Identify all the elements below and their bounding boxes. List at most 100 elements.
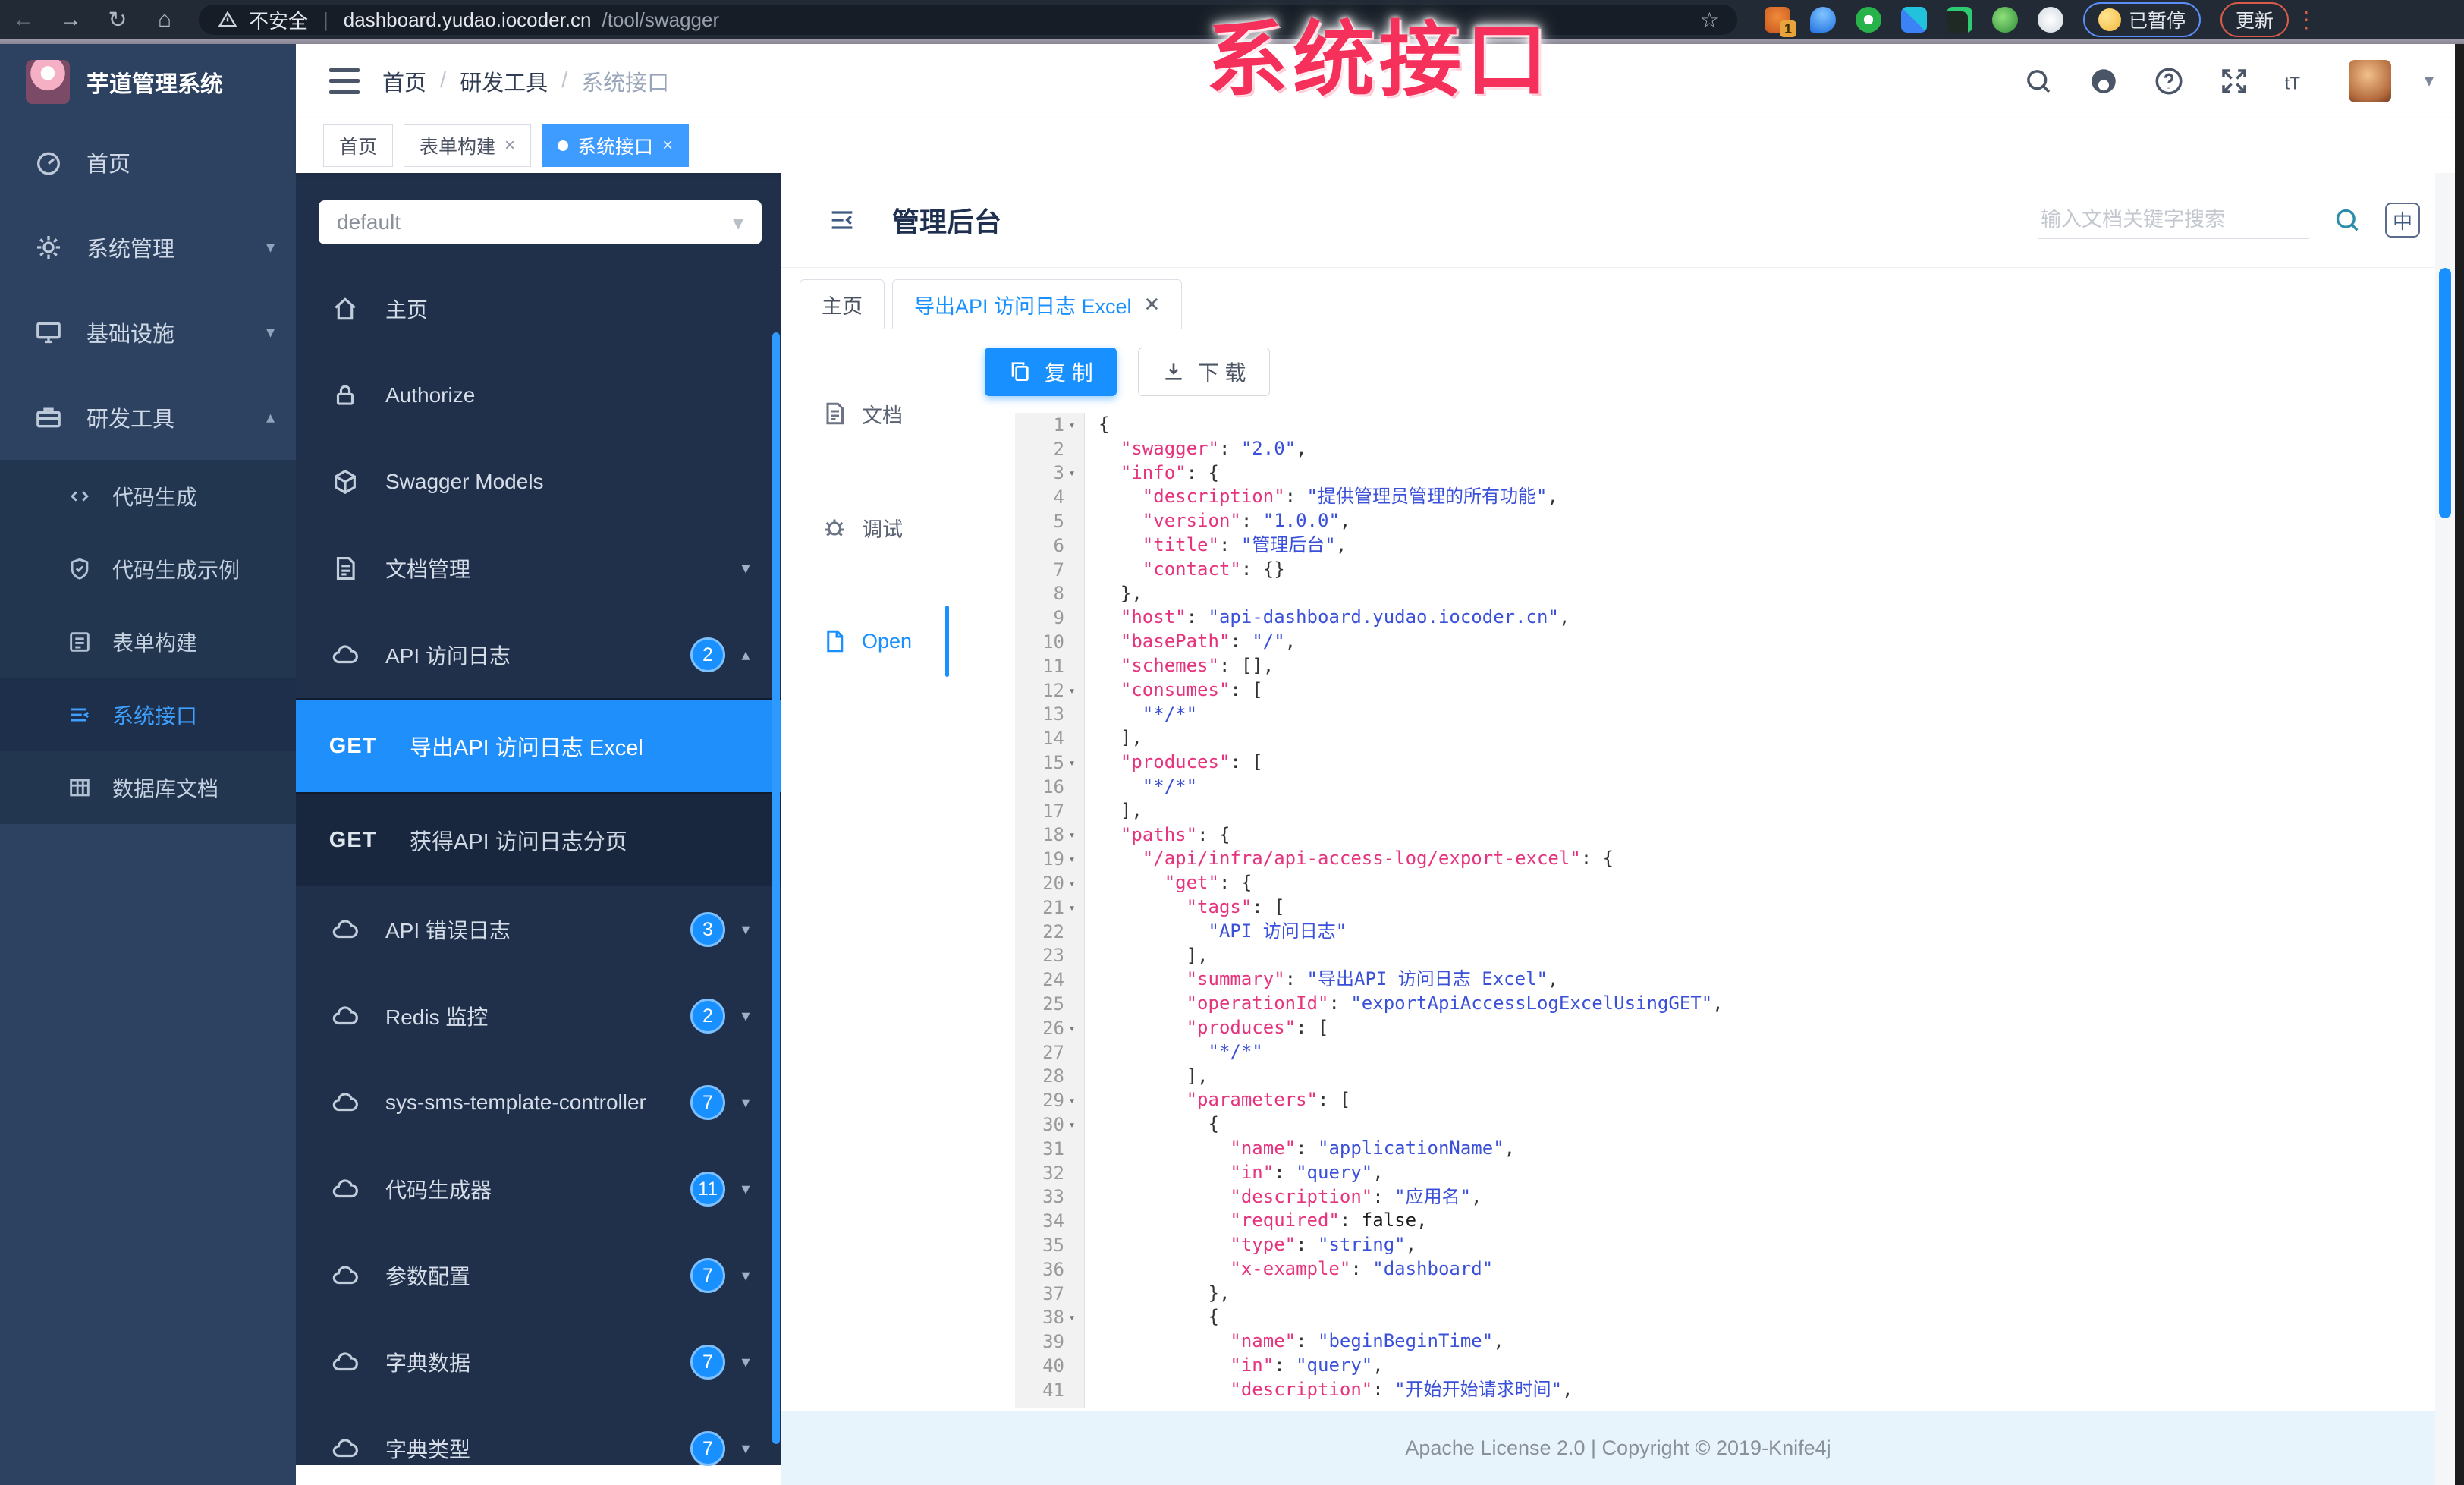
doc-search-input[interactable]: [2038, 201, 2309, 239]
close-icon[interactable]: ×: [662, 135, 673, 156]
search-icon[interactable]: [2022, 65, 2054, 97]
close-icon[interactable]: ×: [504, 135, 515, 156]
mini-nav-open[interactable]: Open: [781, 584, 949, 698]
code-line: "get": {: [1164, 872, 1252, 894]
fold-caret-icon[interactable]: ▾: [1064, 1118, 1080, 1131]
question-icon[interactable]: [2153, 65, 2185, 97]
mini-nav-调试[interactable]: 调试: [781, 470, 948, 584]
line-number: 19 ▾: [1015, 847, 1084, 871]
api-endpoint-row[interactable]: GET 导出API 访问日志 Excel: [296, 698, 781, 792]
language-toggle[interactable]: 中: [2385, 203, 2420, 238]
doc-tab[interactable]: 主页: [800, 279, 885, 329]
user-avatar[interactable]: [2348, 59, 2391, 102]
doc-search-icon[interactable]: [2332, 205, 2362, 235]
avatar-caret-icon[interactable]: ▾: [2425, 70, 2434, 92]
fold-caret-icon[interactable]: ▾: [1064, 901, 1080, 914]
api-sidebar-item[interactable]: Swagger Models: [296, 439, 781, 525]
fold-caret-icon[interactable]: ▾: [1064, 1021, 1080, 1035]
api-group-select[interactable]: default ▾: [319, 200, 762, 244]
fold-caret-icon[interactable]: ▾: [1064, 1310, 1080, 1324]
api-sidebar-item[interactable]: 代码生成器 11 ▾: [296, 1146, 781, 1232]
api-sidebar-item[interactable]: 字典类型 7 ▾: [296, 1405, 781, 1485]
http-method-label: GET: [328, 827, 377, 852]
extension-icon[interactable]: [1901, 7, 1927, 33]
breadcrumb-item[interactable]: 首页: [382, 65, 426, 97]
back-icon[interactable]: ←: [0, 7, 47, 33]
fold-caret-icon[interactable]: ▾: [1064, 684, 1080, 697]
fold-caret-icon[interactable]: ▾: [1064, 1093, 1080, 1107]
download-button[interactable]: 下 载: [1137, 348, 1270, 396]
tag-chip[interactable]: 系统接口 ×: [542, 124, 690, 167]
security-label[interactable]: 不安全: [249, 6, 308, 34]
extension-icon[interactable]: [1856, 7, 1881, 33]
extension-icon[interactable]: [1947, 7, 1972, 33]
api-item-label: API 错误日志: [385, 919, 511, 942]
api-sidebar-item[interactable]: 参数配置 7 ▾: [296, 1232, 781, 1319]
extension-icon[interactable]: 1: [1765, 7, 1796, 37]
sidebar-subitem[interactable]: 数据库文档: [0, 751, 296, 824]
sidebar-collapse-icon[interactable]: [329, 68, 360, 94]
browser-menu-icon[interactable]: ⋮: [2295, 7, 2319, 33]
screen: ← → ↻ ⌂ 不安全 | dashboard.yudao.iocoder.cn…: [0, 0, 2464, 1485]
breadcrumb-item[interactable]: 系统接口: [581, 65, 669, 97]
api-sidebar-item[interactable]: 字典数据 7 ▾: [296, 1319, 781, 1405]
api-sidebar-item[interactable]: sys-sms-template-controller 7 ▾: [296, 1059, 781, 1146]
models-icon: [331, 467, 360, 496]
forward-icon[interactable]: →: [47, 7, 94, 33]
editor-gutter: 1 ▾ 2 3 ▾ 4 5 6 7 8 9 10 11 12 ▾ 13 14 15 ▾ 16 17 18 ▾ 19 ▾ 20 ▾ 21…: [1015, 413, 1085, 1408]
fold-caret-icon[interactable]: ▾: [1064, 852, 1080, 866]
tag-chip[interactable]: 首页: [323, 124, 394, 167]
sidebar-subitem[interactable]: 代码生成: [0, 460, 296, 533]
api-sidebar-item[interactable]: Authorize: [296, 352, 781, 439]
extension-icon[interactable]: [2038, 7, 2063, 33]
json-editor[interactable]: 1 ▾ 2 3 ▾ 4 5 6 7 8 9 10 11 12 ▾ 13 14 15 ▾ 16 17 18 ▾ 19 ▾ 20 ▾ 21…: [1015, 413, 2455, 1408]
sidebar-subitem[interactable]: 系统接口: [0, 678, 296, 751]
github-icon[interactable]: [2088, 65, 2120, 97]
fullscreen-icon[interactable]: [2218, 65, 2250, 97]
api-sidebar-item[interactable]: 文档管理 ▾: [296, 525, 781, 612]
browser-update-button[interactable]: 更新: [2220, 2, 2290, 37]
tag-chip[interactable]: 表单构建 ×: [404, 124, 532, 167]
api-endpoint-row[interactable]: GET 获得API 访问日志分页: [296, 792, 781, 886]
monitor-icon: [33, 317, 64, 348]
copy-button[interactable]: 复 制: [985, 348, 1117, 396]
fold-caret-icon[interactable]: ▾: [1064, 466, 1080, 480]
fold-caret-icon[interactable]: ▾: [1064, 756, 1080, 769]
mini-nav-文档[interactable]: 文档: [781, 357, 948, 470]
sidebar-item[interactable]: 首页: [0, 120, 296, 205]
sidebar-subitem[interactable]: 代码生成示例: [0, 533, 296, 606]
line-number: 21 ▾: [1015, 895, 1084, 920]
page-scrollbar-thumb[interactable]: [2439, 268, 2451, 518]
fold-caret-icon[interactable]: ▾: [1064, 876, 1080, 890]
api-sidebar-item[interactable]: Redis 监控 2 ▾: [296, 973, 781, 1059]
extension-icon[interactable]: [1810, 7, 1836, 33]
app-logo-row[interactable]: 芋道管理系统: [0, 44, 296, 120]
extension-icon[interactable]: [1992, 7, 2018, 33]
breadcrumb-item[interactable]: 研发工具: [460, 65, 548, 97]
fold-caret-icon[interactable]: ▾: [1064, 418, 1080, 432]
line-number: 24: [1042, 969, 1064, 991]
toolbar: 复 制 下 载: [985, 348, 2455, 396]
paused-extension-pill[interactable]: 已暂停: [2083, 2, 2202, 37]
mini-nav-label: Open: [862, 629, 913, 653]
fontsize-icon[interactable]: tT: [2283, 65, 2315, 97]
fold-caret-icon[interactable]: ▾: [1064, 828, 1080, 842]
code-line: "schemes": [],: [1120, 654, 1274, 676]
doc-search: 中: [2038, 201, 2420, 239]
line-number: 12 ▾: [1015, 678, 1084, 703]
api-sidebar-item[interactable]: 主页: [296, 266, 781, 352]
api-sidebar-item[interactable]: API 访问日志 2 ▴: [296, 612, 781, 698]
sidebar-item[interactable]: 研发工具 ▴: [0, 375, 296, 460]
api-sidebar-item[interactable]: API 错误日志 3 ▾: [296, 886, 781, 973]
close-icon[interactable]: ✕: [1144, 293, 1161, 316]
home-icon[interactable]: ⌂: [141, 7, 188, 33]
doc-collapse-icon[interactable]: [825, 205, 859, 235]
bookmark-star-icon[interactable]: ☆: [1700, 8, 1719, 33]
reload-icon[interactable]: ↻: [94, 7, 141, 33]
sidebar-subitem[interactable]: 表单构建: [0, 606, 296, 678]
api-sidebar-scrollbar[interactable]: [772, 332, 780, 1444]
sidebar-item[interactable]: 基础设施 ▾: [0, 290, 296, 375]
doc-tab[interactable]: 导出API 访问日志 Excel ✕: [892, 279, 1183, 329]
chevron-down-icon: ▾: [732, 210, 743, 234]
sidebar-item[interactable]: 系统管理 ▾: [0, 205, 296, 290]
